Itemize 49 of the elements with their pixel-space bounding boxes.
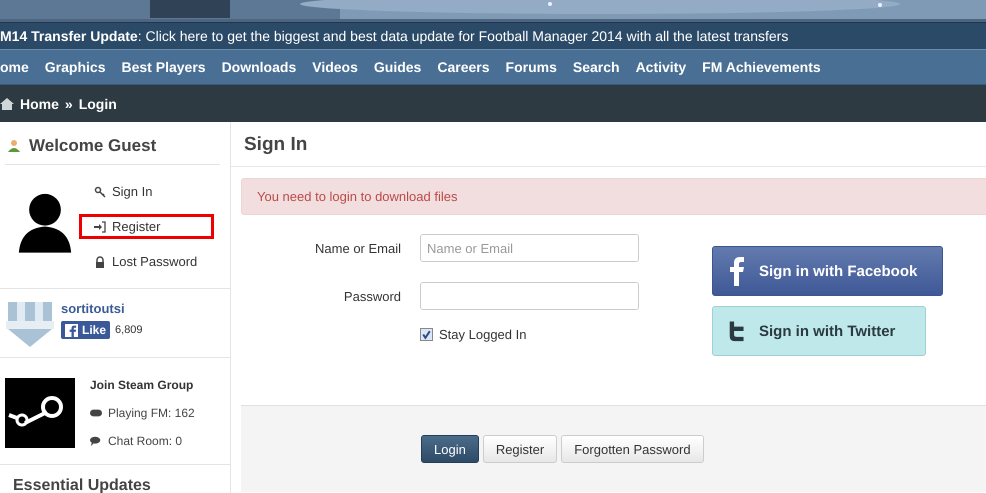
shield-logo-icon: [5, 299, 55, 349]
key-icon: [94, 186, 106, 198]
alert-message: You need to login to download files: [241, 178, 986, 215]
breadcrumb-current: Login: [78, 96, 117, 112]
nav-link[interactable]: ome: [0, 59, 37, 75]
sidebar-link[interactable]: Lost Password: [79, 249, 214, 274]
like-button[interactable]: Like: [61, 321, 110, 339]
playing-count: Playing FM: 162: [108, 406, 195, 420]
checkbox-label: Stay Logged In: [439, 327, 526, 342]
nav-link[interactable]: Downloads: [214, 59, 304, 75]
sidebar-link[interactable]: Register: [79, 214, 214, 239]
input-field[interactable]: [420, 282, 639, 310]
sidebar-title: Welcome Guest: [29, 136, 156, 156]
nav-link[interactable]: Best Players: [114, 59, 214, 75]
facebook-icon: [729, 256, 745, 286]
nav-link[interactable]: FM Achievements: [694, 59, 829, 75]
breadcrumb-link[interactable]: Home: [20, 96, 59, 112]
facebook-icon: [65, 324, 78, 336]
nav-link[interactable]: Search: [564, 59, 628, 75]
checkbox[interactable]: [420, 328, 433, 341]
nav-link[interactable]: Careers: [429, 59, 498, 75]
nav-link[interactable]: Forums: [498, 59, 565, 75]
field-label: Name or Email: [314, 240, 402, 256]
nav-link[interactable]: Videos: [304, 59, 366, 75]
steam-logo-icon: [5, 378, 75, 448]
page-title: Sign In: [231, 122, 986, 167]
form-button[interactable]: Register: [482, 435, 558, 463]
input-field[interactable]: Name or Email: [420, 234, 639, 262]
breadcrumb-separator: »: [64, 96, 73, 112]
sidebar-link[interactable]: Sign In: [79, 179, 214, 204]
section-title: Essential Updates: [12, 476, 152, 493]
form-button[interactable]: Login: [421, 435, 479, 463]
home-icon: [0, 96, 14, 110]
form-button[interactable]: Forgotten Password: [561, 435, 704, 463]
gamepad-icon: [90, 407, 102, 419]
chat-icon: [90, 435, 102, 447]
twitter-sign-in-button[interactable]: Sign in with Twitter: [712, 306, 926, 356]
nav-link[interactable]: Graphics: [36, 59, 114, 75]
user-icon: [7, 139, 21, 153]
lock-icon: [94, 256, 106, 268]
like-count: 6,809: [115, 324, 143, 336]
sign-in-icon: [94, 220, 106, 232]
nav-link[interactable]: Guides: [366, 59, 430, 75]
nav-link[interactable]: Activity: [628, 59, 694, 75]
facebook-sign-in-button[interactable]: Sign in with Facebook: [712, 246, 943, 296]
chat-count: Chat Room: 0: [108, 434, 182, 448]
field-label: Password: [342, 288, 402, 304]
page-name[interactable]: sortitoutsi: [61, 301, 143, 316]
steam-group-link[interactable]: Join Steam Group: [90, 378, 195, 392]
